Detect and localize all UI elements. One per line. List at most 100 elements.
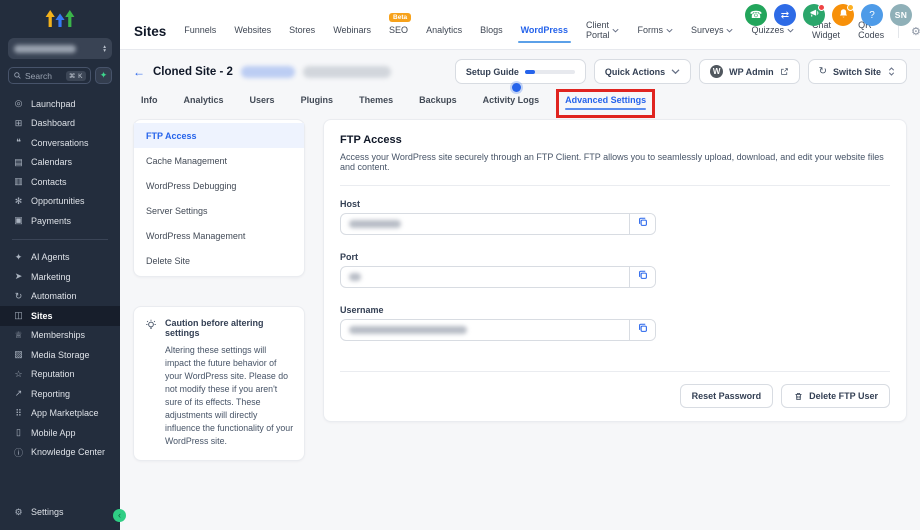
field-input-group bbox=[340, 213, 656, 235]
topnav-tab-quizzes[interactable]: Quizzes bbox=[751, 25, 794, 37]
sidebar-item-marketing[interactable]: ➤Marketing bbox=[0, 267, 120, 287]
settings-nav-ftp-access[interactable]: FTP Access bbox=[134, 123, 304, 148]
wp-admin-button[interactable]: W WP Admin bbox=[699, 59, 800, 84]
sidebar-item-media-storage[interactable]: ▨Media Storage bbox=[0, 345, 120, 365]
sidebar-item-dashboard[interactable]: ⊞Dashboard bbox=[0, 114, 120, 134]
tab-activity-logs[interactable]: Activity Logs bbox=[483, 95, 540, 110]
settings-nav-server-settings[interactable]: Server Settings bbox=[134, 198, 304, 223]
settings-nav-delete-site[interactable]: Delete Site bbox=[134, 248, 304, 273]
tab-backups[interactable]: Backups bbox=[419, 95, 457, 110]
notification-dot bbox=[847, 4, 854, 11]
sidebar-item-app-marketplace[interactable]: ⠿App Marketplace bbox=[0, 404, 120, 424]
announcements-button[interactable] bbox=[803, 4, 825, 26]
sidebar-item-reputation[interactable]: ☆Reputation bbox=[0, 365, 120, 385]
collapse-left-icon: ‹ bbox=[118, 510, 121, 520]
site-badge-redacted bbox=[241, 66, 295, 78]
tab-analytics[interactable]: Analytics bbox=[184, 95, 224, 110]
phone-button[interactable]: ☎ bbox=[745, 4, 767, 26]
tab-advanced-settings[interactable]: Advanced Settings bbox=[565, 95, 646, 110]
settings-gear-icon[interactable]: ⚙ bbox=[911, 25, 920, 38]
topnav-tab-surveys[interactable]: Surveys bbox=[691, 25, 734, 37]
memberships-icon: ♕ bbox=[13, 330, 24, 341]
dashboard-icon: ⊞ bbox=[13, 118, 24, 129]
topnav-tab-analytics[interactable]: Analytics bbox=[426, 25, 462, 37]
delete-ftp-user-button[interactable]: Delete FTP User bbox=[781, 384, 890, 408]
sidebar-item-launchpad[interactable]: ◎Launchpad bbox=[0, 94, 120, 114]
integrations-button[interactable]: ⇄ bbox=[774, 4, 796, 26]
switch-site-button[interactable]: ↻ Switch Site bbox=[808, 59, 907, 84]
sidebar-item-settings[interactable]: ⚙ Settings bbox=[0, 503, 120, 523]
pulse-dot bbox=[512, 83, 521, 92]
tab-label: Surveys bbox=[691, 25, 724, 35]
topnav-tab-client-portal[interactable]: Client Portal bbox=[586, 20, 620, 42]
site-domain-redacted bbox=[303, 66, 391, 78]
account-switcher[interactable]: ▴▾ bbox=[8, 38, 112, 59]
topnav-tab-blogs[interactable]: Blogs bbox=[480, 25, 503, 37]
ai-assistant-button[interactable]: ✦ bbox=[95, 67, 112, 84]
chevron-updown-icon: ▴▾ bbox=[103, 45, 106, 53]
quick-actions-button[interactable]: Quick Actions bbox=[594, 59, 691, 84]
topnav-tab-websites[interactable]: Websites bbox=[234, 25, 271, 37]
tab-themes[interactable]: Themes bbox=[359, 95, 393, 110]
username-input[interactable] bbox=[341, 320, 629, 340]
chevron-down-icon bbox=[726, 28, 733, 33]
site-detail-tabs: Info Analytics Users Plugins Themes Backups Ac… bbox=[141, 95, 907, 110]
notifications-button[interactable] bbox=[832, 4, 854, 26]
sidebar-item-sites[interactable]: ◫Sites bbox=[0, 306, 120, 326]
topnav-tab-webinars[interactable]: Webinars bbox=[333, 25, 371, 37]
setup-guide-button[interactable]: Setup Guide bbox=[455, 59, 586, 84]
port-input[interactable] bbox=[341, 267, 629, 287]
sidebar-item-payments[interactable]: ▣Payments bbox=[0, 211, 120, 231]
reset-password-button[interactable]: Reset Password bbox=[680, 384, 774, 408]
sidebar-item-mobile-app[interactable]: ▯Mobile App bbox=[0, 423, 120, 443]
copy-button[interactable] bbox=[629, 267, 655, 287]
settings-nav-label: Cache Management bbox=[146, 156, 227, 166]
sidebar-item-label: Payments bbox=[31, 216, 71, 226]
caution-card: Caution before altering settings Alterin… bbox=[133, 306, 305, 461]
field-label: Port bbox=[340, 252, 890, 262]
phone-icon: ☎ bbox=[750, 10, 762, 21]
help-button[interactable]: ? bbox=[861, 4, 883, 26]
sidebar-item-automation[interactable]: ↻Automation bbox=[0, 287, 120, 307]
sidebar-item-memberships[interactable]: ♕ Memberships bbox=[0, 326, 120, 346]
sidebar-item-label: Settings bbox=[31, 507, 64, 517]
main-area: Sites FunnelsWebsitesStoresWebinarsBetaS… bbox=[120, 0, 920, 530]
topnav-tab-wordpress[interactable]: WordPress bbox=[521, 25, 568, 37]
divider bbox=[340, 185, 890, 186]
sidebar-item-conversations[interactable]: ❝Conversations bbox=[0, 133, 120, 153]
tab-users[interactable]: Users bbox=[250, 95, 275, 110]
tab-plugins[interactable]: Plugins bbox=[301, 95, 334, 110]
setup-guide-label: Setup Guide bbox=[466, 67, 519, 77]
sidebar-item-calendars[interactable]: ▤Calendars bbox=[0, 153, 120, 173]
marketing-icon: ➤ bbox=[13, 271, 24, 282]
sidebar-item-opportunities[interactable]: ✻Opportunities bbox=[0, 192, 120, 212]
host-input[interactable] bbox=[341, 214, 629, 234]
sidebar-nav: ◎Launchpad⊞Dashboard❝Conversations▤Calen… bbox=[0, 94, 120, 462]
sidebar-collapse-button[interactable]: ‹ bbox=[113, 509, 126, 522]
tab-info[interactable]: Info bbox=[141, 95, 158, 110]
delete-ftp-user-label: Delete FTP User bbox=[809, 391, 878, 401]
sidebar-item-knowledge-center[interactable]: ⓘKnowledge Center bbox=[0, 443, 120, 463]
sidebar-item-label: Reputation bbox=[31, 369, 75, 379]
sidebar-item-contacts[interactable]: ▥Contacts bbox=[0, 172, 120, 192]
topnav-tab-forms[interactable]: Forms bbox=[637, 25, 673, 37]
user-avatar[interactable]: SN bbox=[890, 4, 912, 26]
topnav-tab-funnels[interactable]: Funnels bbox=[184, 25, 216, 37]
sidebar-item-ai-agents[interactable]: ✦AI Agents bbox=[0, 248, 120, 268]
topnav-tab-stores[interactable]: Stores bbox=[289, 25, 315, 37]
sidebar-item-label: Memberships bbox=[31, 330, 85, 340]
sidebar-item-label: Opportunities bbox=[31, 196, 85, 206]
copy-button[interactable] bbox=[629, 320, 655, 340]
copy-button[interactable] bbox=[629, 214, 655, 234]
settings-nav-cache-management[interactable]: Cache Management bbox=[134, 148, 304, 173]
media-storage-icon: ▨ bbox=[13, 349, 24, 360]
settings-nav-wordpress-debugging[interactable]: WordPress Debugging bbox=[134, 173, 304, 198]
topnav-tab-seo[interactable]: BetaSEO bbox=[389, 25, 408, 37]
field-input-group bbox=[340, 266, 656, 288]
search-input[interactable]: Search ⌘ K bbox=[8, 67, 91, 84]
sidebar-item-reporting[interactable]: ↗Reporting bbox=[0, 384, 120, 404]
chevron-down-icon bbox=[666, 28, 673, 33]
divider bbox=[898, 25, 899, 38]
settings-nav-wordpress-management[interactable]: WordPress Management bbox=[134, 223, 304, 248]
back-arrow-icon[interactable]: ← bbox=[133, 65, 145, 79]
